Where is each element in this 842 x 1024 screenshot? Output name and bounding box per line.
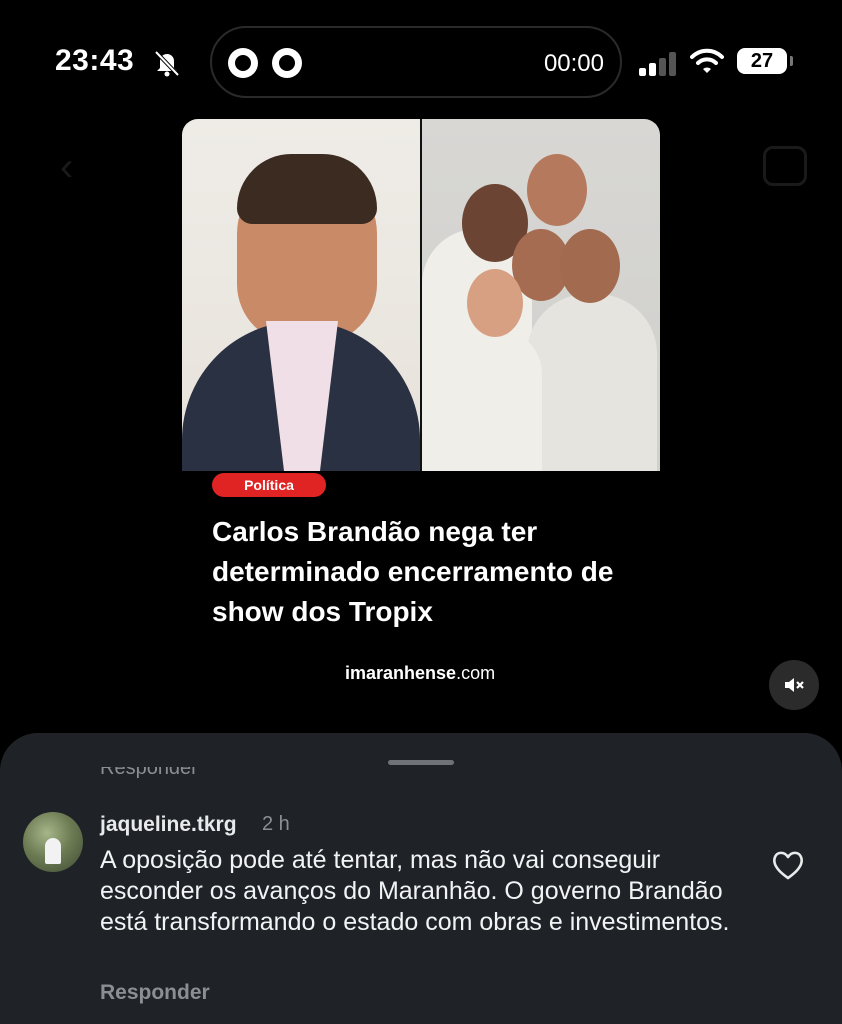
comments-sheet[interactable]: Responder jaqueline.tkrg 2 h A oposição … (0, 733, 842, 1024)
politician-photo (182, 119, 420, 471)
clock: 23:43 (55, 44, 135, 77)
bell-slash-icon (154, 50, 180, 77)
post-headline: Carlos Brandão nega ter determinado ence… (212, 516, 614, 627)
battery-icon: 27 (737, 48, 793, 74)
club-crest-icon (228, 48, 258, 78)
mute-icon (785, 678, 804, 692)
category-badge: Política (212, 473, 326, 497)
band-photo (422, 119, 660, 471)
comment-timestamp: 2 h (262, 813, 290, 835)
live-activity-timer: 00:00 (543, 50, 604, 77)
avatar[interactable] (23, 812, 83, 872)
back-icon[interactable]: ‹ (60, 145, 73, 190)
wifi-icon (690, 48, 724, 73)
comment-username[interactable]: jaqueline.tkrg (100, 813, 237, 837)
sheet-grabber[interactable] (388, 760, 454, 765)
club-crest-icon (272, 48, 302, 78)
dynamic-island[interactable]: 00:00 (210, 26, 622, 98)
post-source: imaranhense.com (345, 663, 496, 683)
camera-icon[interactable] (763, 146, 807, 186)
mute-button[interactable] (769, 660, 819, 710)
status-bar: 23:43 00:00 27 (0, 0, 842, 110)
reply-button[interactable]: Responder (100, 981, 210, 1005)
post-image[interactable] (182, 119, 660, 471)
cellular-signal-icon (639, 52, 679, 76)
previous-reply-link[interactable]: Responder (100, 767, 198, 780)
comment-text: A oposição pode até tentar, mas não vai … (100, 846, 730, 936)
heart-icon[interactable] (771, 849, 805, 881)
